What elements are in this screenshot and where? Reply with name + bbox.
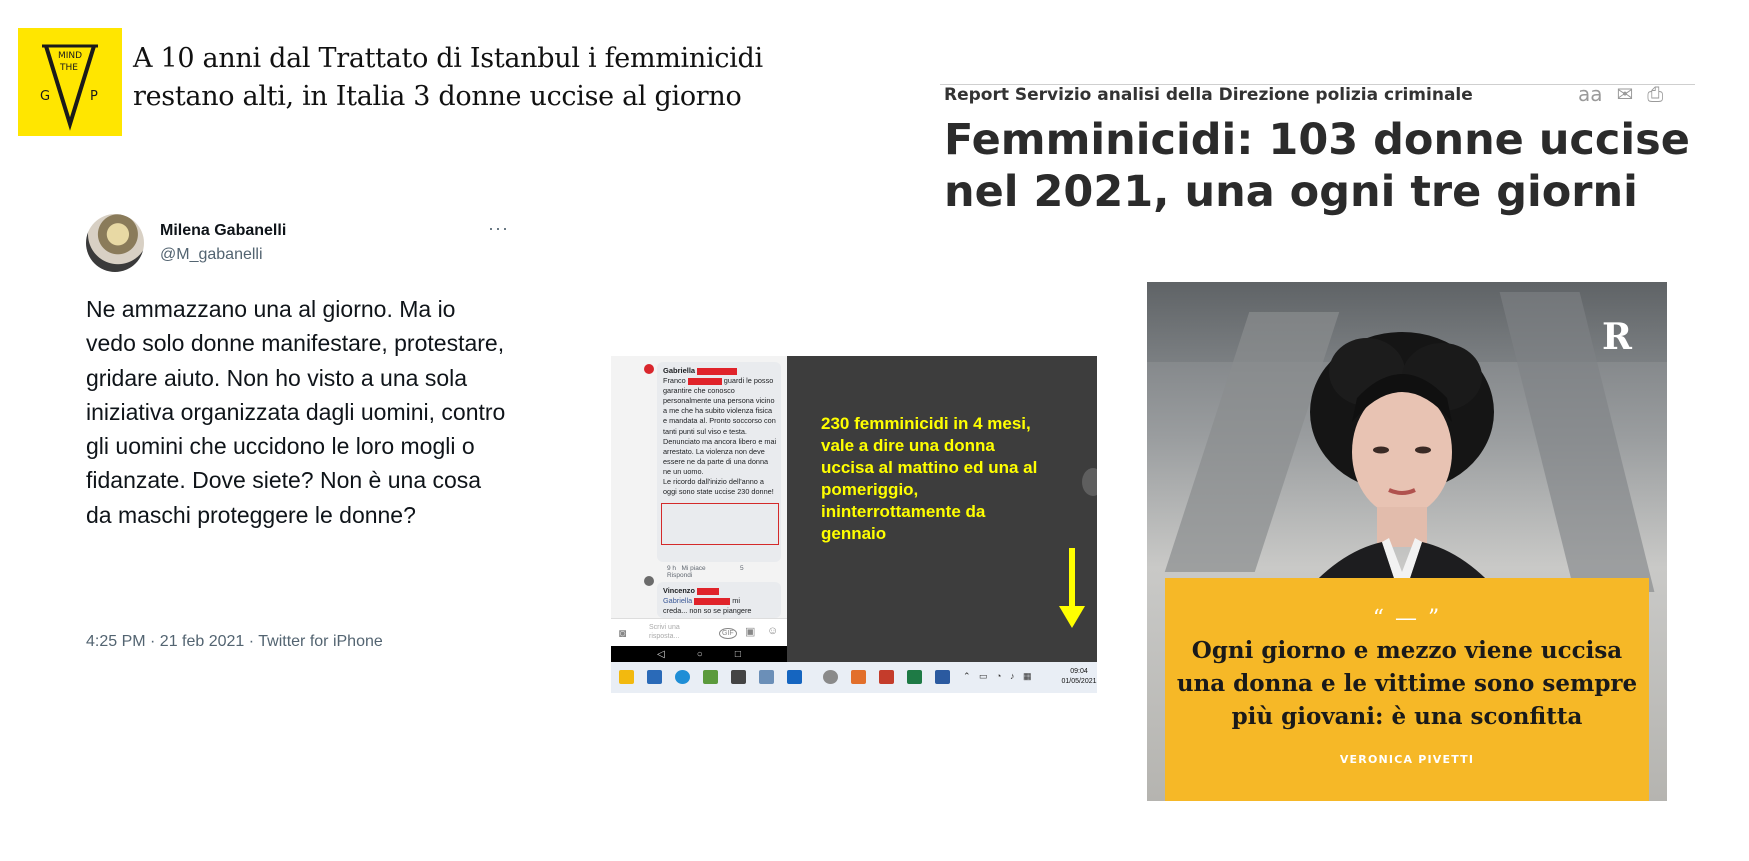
comment-body: posso garantire che conosco personalment… <box>663 376 777 476</box>
redaction-bar <box>687 377 722 385</box>
text-size-icon[interactable]: aa <box>1578 82 1603 106</box>
quote-text: Ogni giorno e mezzo viene uccisa una don… <box>1176 637 1638 730</box>
svg-text:THE: THE <box>59 63 78 73</box>
edge-icon[interactable] <box>675 670 690 684</box>
chevron-right-icon[interactable] <box>1082 468 1097 496</box>
reply-input-placeholder: Scrivi una risposta... <box>649 624 680 640</box>
arrow-down-icon <box>1069 548 1075 608</box>
repubblica-quote-card[interactable]: R “ — ” Ogni giorno e mezzo viene uccisa… <box>1147 282 1667 801</box>
reaction-count: 5 <box>740 565 744 572</box>
comment-time: 9 h <box>667 565 677 572</box>
report-toolbar: aa ✉ ⎙ <box>1578 82 1663 106</box>
report-headline[interactable]: Femminicidi: 103 donne uccise nel 2021, … <box>944 114 1704 218</box>
more-options-icon[interactable]: ··· <box>488 218 509 239</box>
app-icon[interactable] <box>759 670 774 684</box>
facebook-comment-screenshot: Gabriella Franco guardi le posso garanti… <box>611 356 1097 693</box>
tweet-author-name[interactable]: Milena Gabanelli <box>160 222 286 240</box>
clock-date: 01/05/2021 <box>1061 678 1097 685</box>
recents-icon[interactable]: □ <box>735 649 741 660</box>
reply-avatar <box>644 576 654 586</box>
repubblica-logo: R <box>1602 316 1632 358</box>
app-icon[interactable] <box>851 670 866 684</box>
report-kicker: Report Servizio analisi della Direzione … <box>944 85 1473 105</box>
gif-icon[interactable]: GIF <box>719 628 737 639</box>
camera-icon[interactable]: ◙ <box>619 626 626 640</box>
quote-box: “ — ” Ogni giorno e mezzo viene uccisa u… <box>1165 578 1649 801</box>
taskbar-clock[interactable]: 09:04 01/05/2021 <box>1059 667 1097 687</box>
windows-taskbar: ⌃ ▭ ◔ ♪ ▦ 09:04 01/05/2021 <box>611 662 1097 693</box>
excel-icon[interactable] <box>907 670 922 684</box>
store-icon[interactable] <box>731 670 746 684</box>
tweet-text: Ne ammazzano una al giorno. Ma io vedo s… <box>86 296 506 528</box>
arrow-down-head <box>1059 606 1085 628</box>
word-icon[interactable] <box>935 670 950 684</box>
comment-author: Gabriella <box>663 366 696 375</box>
back-icon[interactable]: ◁ <box>657 649 665 660</box>
highlight-box <box>661 503 779 545</box>
reply-suffix: mi <box>732 596 740 605</box>
redaction-bar <box>697 367 738 375</box>
quote-icon: “ — ” <box>1372 606 1442 631</box>
print-icon[interactable]: ⎙ <box>1647 82 1663 106</box>
app-icon[interactable] <box>787 670 802 684</box>
mind-the-gap-logo: MIND THE G P <box>18 28 122 136</box>
file-explorer-icon[interactable] <box>619 670 634 684</box>
svg-text:P: P <box>90 89 98 104</box>
reply-bubble: Vincenzo Gabriella mi creda... non so se… <box>657 582 781 618</box>
mind-the-gap-headline[interactable]: A 10 anni dal Trattato di Istanbul i fem… <box>133 40 853 116</box>
redaction-bar <box>694 597 731 605</box>
facebook-panel: Gabriella Franco guardi le posso garanti… <box>611 356 787 662</box>
comment-avatar <box>644 364 654 374</box>
powerpoint-icon[interactable] <box>879 670 894 684</box>
app-icon[interactable] <box>823 670 838 684</box>
svg-text:G: G <box>40 89 50 104</box>
tweet-author-handle[interactable]: @M_gabanelli <box>160 246 263 264</box>
sticker-icon[interactable]: ▣ <box>745 625 755 638</box>
reply-body: creda... non so se piangere <box>663 606 752 615</box>
redaction-bar <box>696 587 719 595</box>
mail-icon[interactable]: ✉ <box>1617 82 1634 106</box>
comment-line1-prefix: Franco <box>663 376 686 386</box>
comment-actions: 9 h Mi piace 5 Rispondi <box>667 565 787 579</box>
comment-highlight: Le ricordo dall'inizio dell'anno a oggi … <box>663 477 774 497</box>
quote-author: VERONICA PIVETTI <box>1339 753 1475 766</box>
clock-time: 09:04 <box>1070 668 1088 675</box>
reply-mention[interactable]: Gabriella <box>663 596 692 605</box>
app-icon[interactable] <box>703 670 718 684</box>
reply-input[interactable]: ◙ Scrivi una risposta... GIF ▣ ☺ <box>611 618 787 646</box>
reply-link[interactable]: Rispondi <box>667 572 692 579</box>
mind-the-gap-logo-mark: MIND THE G P <box>40 44 98 131</box>
like-link[interactable]: Mi piace <box>681 565 705 572</box>
comment-line1-suffix: guardi le <box>723 376 752 386</box>
tweet-meta[interactable]: 4:25 PM · 21 feb 2021 · Twitter for iPho… <box>86 633 383 651</box>
svg-text:MIND: MIND <box>58 51 82 61</box>
emoji-icon[interactable]: ☺ <box>767 625 778 637</box>
system-tray[interactable]: ⌃ ▭ ◔ ♪ ▦ <box>963 671 1035 682</box>
home-icon[interactable]: ○ <box>697 649 703 660</box>
reply-author: Vincenzo <box>663 586 695 595</box>
avatar[interactable] <box>86 214 144 272</box>
android-nav-bar: ◁ ○ □ <box>611 646 787 662</box>
mail-app-icon[interactable] <box>647 670 662 684</box>
screenshot-caption: 230 femminicidi in 4 mesi, vale a dire u… <box>821 414 1038 543</box>
